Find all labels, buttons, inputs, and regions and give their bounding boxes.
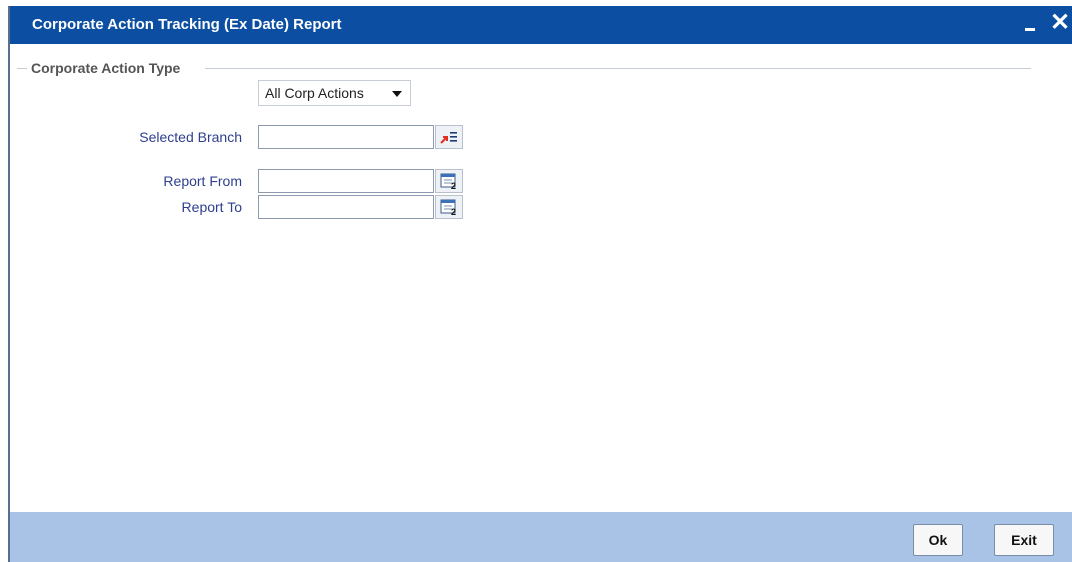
calendar-icon[interactable]: 2 — [435, 195, 463, 219]
section-divider-right — [205, 68, 1031, 69]
calendar-icon[interactable]: 2 — [435, 169, 463, 193]
section-divider-left — [17, 68, 27, 69]
corp-action-type-value: All Corp Actions — [265, 85, 364, 101]
section-label: Corporate Action Type — [31, 60, 181, 76]
report-to-input[interactable] — [258, 195, 434, 219]
svg-text:2: 2 — [451, 207, 456, 217]
minimize-icon[interactable] — [1022, 14, 1040, 36]
list-lookup-icon[interactable] — [435, 125, 463, 149]
window-titlebar: Corporate Action Tracking (Ex Date) Repo… — [10, 6, 1072, 44]
chevron-down-icon — [392, 91, 402, 97]
window-left-border — [8, 6, 10, 562]
close-icon[interactable]: ✕ — [1050, 10, 1070, 36]
report-to-label: Report To — [181, 199, 242, 215]
corp-action-type-select[interactable]: All Corp Actions — [258, 80, 411, 106]
svg-text:2: 2 — [451, 181, 456, 191]
report-from-input[interactable] — [258, 169, 434, 193]
report-from-label: Report From — [163, 173, 242, 189]
selected-branch-label: Selected Branch — [139, 129, 242, 145]
window-title: Corporate Action Tracking (Ex Date) Repo… — [32, 16, 342, 33]
ok-button[interactable]: Ok — [913, 524, 963, 556]
exit-button[interactable]: Exit — [994, 524, 1054, 556]
selected-branch-input[interactable] — [258, 125, 434, 149]
